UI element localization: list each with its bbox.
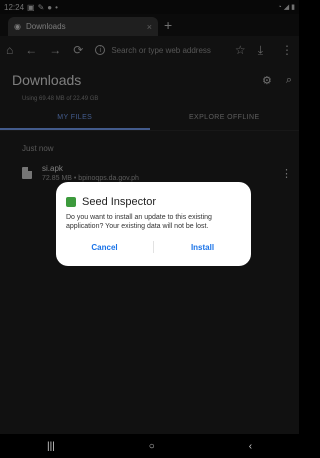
home-button-icon[interactable]: ○ — [149, 441, 155, 452]
system-nav-bar: ||| ○ ‹ — [0, 434, 299, 458]
app-icon — [66, 197, 76, 207]
dialog-actions: Cancel Install — [56, 238, 251, 256]
recents-icon[interactable]: ||| — [47, 441, 55, 452]
dialog-title: Seed Inspector — [66, 196, 241, 208]
app-name: Seed Inspector — [82, 196, 156, 208]
back-nav-icon[interactable]: ‹ — [249, 441, 252, 452]
install-dialog: Seed Inspector Do you want to install an… — [56, 182, 251, 266]
dialog-message: Do you want to install an update to this… — [66, 214, 212, 230]
install-button[interactable]: Install — [154, 243, 251, 252]
cancel-button[interactable]: Cancel — [56, 243, 153, 252]
